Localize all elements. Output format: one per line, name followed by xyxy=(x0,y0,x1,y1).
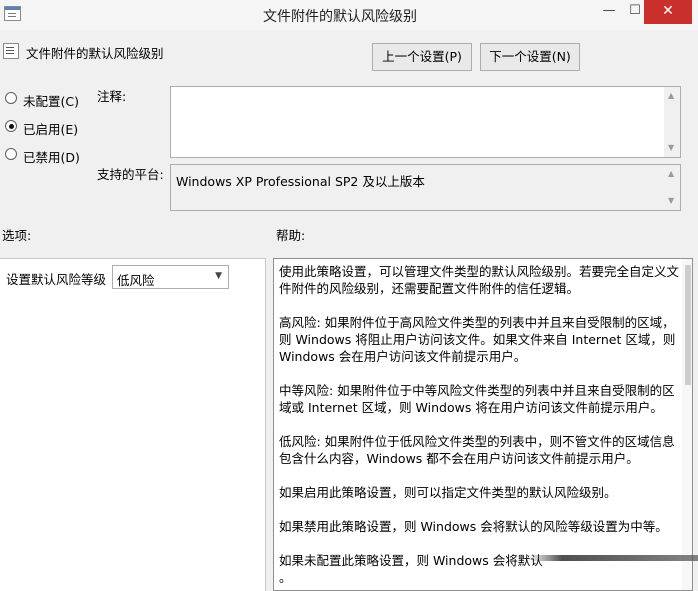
radio-button[interactable] xyxy=(5,92,17,104)
help-paragraph: 低风险: 如果附件位于低风险文件类型的列表中，则不管文件的区域信息包含什么内容，… xyxy=(279,434,675,466)
scroll-down-arrow-icon[interactable]: ▼ xyxy=(668,197,674,205)
title-bar: 文件附件的默认风险级别 — ☐ ✕ xyxy=(0,0,698,30)
options-heading: 选项: xyxy=(2,228,32,243)
risk-level-label: 设置默认风险等级 xyxy=(6,272,107,287)
risk-level-dropdown[interactable]: 低风险 ▼ xyxy=(112,265,229,289)
policy-name: 文件附件的默认风险级别 xyxy=(26,46,164,61)
help-paragraph: 如果启用此策略设置，则可以指定文件类型的默认风险级别。 xyxy=(279,485,617,500)
platform-box: Windows XP Professional SP2 及以上版本 ▲ ▼ xyxy=(170,164,681,211)
radio-label: 已禁用(D) xyxy=(23,150,80,165)
policy-setting-icon xyxy=(3,43,19,59)
radio-label: 已启用(E) xyxy=(23,122,79,137)
platform-value: Windows XP Professional SP2 及以上版本 xyxy=(176,174,425,189)
help-text: 使用此策略设置，可以管理文件类型的默认风险级别。若要完全自定义文件附件的风险级别… xyxy=(279,263,684,586)
next-setting-button[interactable]: 下一个设置(N) xyxy=(480,43,580,71)
help-panel: 使用此策略设置，可以管理文件类型的默认风险级别。若要完全自定义文件附件的风险级别… xyxy=(273,258,693,591)
window-title: 文件附件的默认风险级别 xyxy=(263,9,417,25)
chevron-down-icon: ▼ xyxy=(215,271,222,281)
options-panel xyxy=(0,258,266,591)
comment-label: 注释: xyxy=(97,89,127,104)
help-scrollbar[interactable] xyxy=(682,259,692,590)
platform-label: 支持的平台: xyxy=(97,167,164,182)
scroll-up-arrow-icon[interactable]: ▲ xyxy=(668,92,674,100)
help-paragraph: 使用此策略设置，可以管理文件类型的默认风险级别。若要完全自定义文件附件的风险级别… xyxy=(279,264,680,296)
help-paragraph: 高风险: 如果附件位于高风险文件类型的列表中并且来自受限制的区域，则 Windo… xyxy=(279,315,676,364)
risk-level-value: 低风险 xyxy=(117,273,155,288)
scroll-up-arrow-icon[interactable]: ▲ xyxy=(668,170,674,178)
help-heading: 帮助: xyxy=(276,228,306,243)
help-paragraph: 如果禁用此策略设置，则 Windows 会将默认的风险等级设置为中等。 xyxy=(279,519,668,534)
help-paragraph: 中等风险: 如果附件位于中等风险文件类型的列表中并且来自受限制的区域或 Inte… xyxy=(279,383,675,415)
platform-scrollbar[interactable]: ▲ ▼ xyxy=(664,165,680,210)
previous-setting-button[interactable]: 上一个设置(P) xyxy=(372,43,472,71)
help-paragraph: 。 xyxy=(279,570,292,585)
radio-label: 未配置(C) xyxy=(23,94,79,109)
scroll-down-arrow-icon[interactable]: ▼ xyxy=(668,144,674,152)
close-button[interactable]: ✕ xyxy=(644,0,692,24)
comment-scrollbar[interactable]: ▲ ▼ xyxy=(664,87,680,157)
scrollbar-thumb[interactable] xyxy=(685,265,691,385)
image-artifact xyxy=(528,555,698,561)
radio-button[interactable] xyxy=(5,120,17,132)
radio-button[interactable] xyxy=(5,148,17,160)
comment-textarea[interactable]: ▲ ▼ xyxy=(170,86,681,158)
